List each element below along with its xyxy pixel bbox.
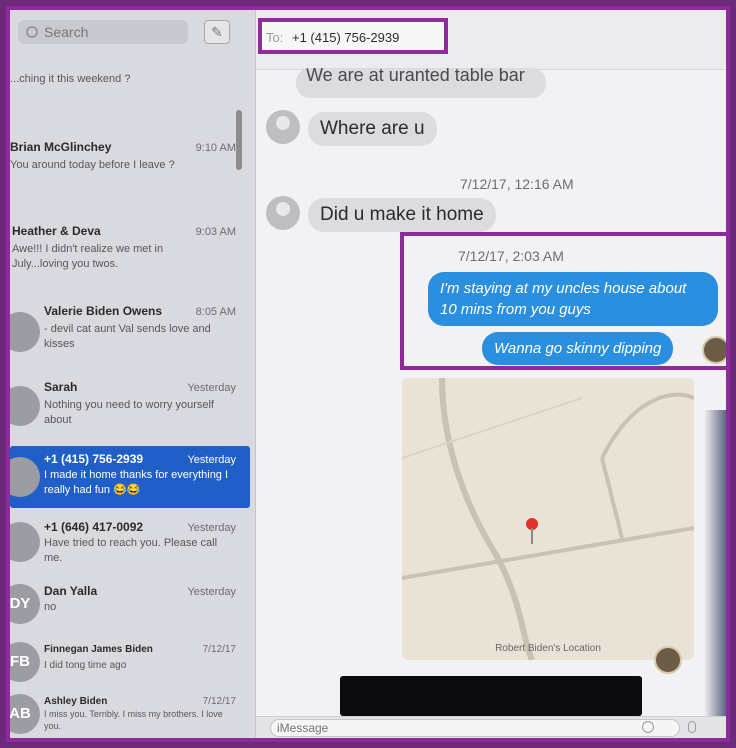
conversation-time: 9:03 AM — [195, 226, 236, 238]
conversation-name: +1 (415) 756-2939 — [44, 452, 144, 466]
conversation-snippet: I miss you. Terribly. I miss my brothers… — [44, 709, 223, 731]
conversation-item-selected[interactable]: +1 (415) 756-2939 Yesterday I made it ho… — [10, 446, 250, 508]
compose-button[interactable]: ✎ — [204, 20, 230, 44]
conversation-name: Valerie Biden Owens — [44, 304, 163, 318]
map-caption: Robert Biden's Location — [495, 643, 601, 654]
microphone-icon[interactable] — [688, 721, 696, 733]
conversation-name: Ashley Biden — [44, 696, 108, 707]
conversation-snippet: Awe!!! I didn't realize we met in July..… — [12, 243, 164, 270]
message-bubble-incoming: Where are u — [308, 112, 437, 146]
conversation-item[interactable]: FB Finnegan James Biden 7/12/17 I did to… — [10, 636, 250, 688]
search-input[interactable] — [18, 20, 188, 44]
contact-avatar — [266, 196, 300, 230]
avatar — [10, 457, 40, 497]
avatar — [10, 386, 40, 426]
recipient-field[interactable]: To: +1 (415) 756-2939 — [258, 18, 448, 54]
location-pin-stem — [531, 528, 533, 544]
conversation-item[interactable]: Heather & Deva 9:03 AM Awe!!! I didn't r… — [10, 220, 250, 290]
conversation-item[interactable]: +1 (646) 417-0092 Yesterday Have tried t… — [10, 514, 250, 572]
conversation-snippet: I made it home thanks for everything I r… — [44, 469, 229, 496]
avatar — [10, 312, 40, 352]
conversation-name: Heather & Deva — [12, 224, 101, 238]
location-map[interactable]: Robert Biden's Location — [402, 378, 694, 660]
message-bubble-outgoing: Wanna go skinny dipping — [482, 332, 674, 365]
conversation-time: Yesterday — [187, 586, 236, 598]
conversation-snippet: no — [44, 601, 57, 613]
sender-avatar — [654, 646, 682, 674]
message-bubble-incoming: Did u make it home — [308, 198, 496, 232]
conversation-item[interactable]: Brian McGlinchey 9:10 AM You around toda… — [10, 136, 250, 192]
conversation-name: +1 (646) 417-0092 — [44, 520, 144, 534]
contact-avatar — [266, 110, 300, 144]
conversation-snippet: Nothing you need to worry yourself about — [44, 399, 214, 426]
conversation-snippet: I did tong time ago — [44, 660, 127, 671]
message-input-bar — [256, 716, 726, 738]
conversation-name: Sarah — [44, 380, 78, 394]
conversation-item[interactable]: DY Dan Yalla Yesterday no — [10, 578, 250, 632]
search-icon — [26, 26, 38, 38]
map-roads — [402, 378, 694, 660]
conversation-time: 8:05 AM — [195, 306, 236, 318]
conversation-sidebar: ✎ ...ching it this weekend ? Brian McGli… — [10, 10, 256, 738]
conversation-item[interactable]: ...ching it this weekend ? — [10, 50, 250, 102]
recipient-number: +1 (415) 756-2939 — [292, 30, 400, 45]
message-timestamp: 7/12/17, 12:16 AM — [460, 176, 574, 192]
emoji-icon[interactable] — [642, 721, 654, 733]
conversation-time: Yesterday — [187, 454, 236, 466]
chat-pane: To: +1 (415) 756-2939 We are at uranted … — [256, 10, 726, 738]
conversation-snippet: - devil cat aunt Val sends love and kiss… — [44, 323, 211, 350]
conversation-item[interactable]: AB Ashley Biden 7/12/17 I miss you. Terr… — [10, 686, 250, 738]
conversation-snippet: Have tried to reach you. Please call me. — [44, 537, 218, 564]
avatar: FB — [10, 642, 40, 682]
conversation-time: Yesterday — [187, 522, 236, 534]
conversation-name: Dan Yalla — [44, 584, 98, 598]
sender-avatar — [702, 336, 726, 364]
conversation-name: Finnegan James Biden — [44, 644, 153, 655]
conversation-time: 9:10 AM — [195, 142, 236, 154]
message-bubble-outgoing: I'm staying at my uncles house about 10 … — [428, 272, 718, 326]
background-edge — [704, 410, 726, 738]
recipient-header: To: +1 (415) 756-2939 — [256, 10, 726, 70]
message-bubble-incoming: We are at uranted table bar — [296, 68, 546, 98]
conversation-item[interactable]: Sarah Yesterday Nothing you need to worr… — [10, 376, 250, 438]
to-label: To: — [266, 30, 284, 45]
conversation-snippet: ...ching it this weekend ? — [10, 73, 131, 85]
avatar: AB — [10, 694, 40, 734]
avatar — [10, 522, 40, 562]
conversation-time: 7/12/17 — [202, 644, 236, 655]
conversation-time: Yesterday — [187, 382, 236, 394]
conversation-time: 7/12/17 — [202, 696, 236, 707]
screenshot-frame: ✎ ...ching it this weekend ? Brian McGli… — [6, 6, 730, 742]
search-row: ✎ — [18, 18, 248, 48]
redaction-block — [340, 676, 642, 716]
avatar: DY — [10, 584, 40, 624]
message-timestamp: 7/12/17, 2:03 AM — [458, 248, 564, 264]
conversation-name: Brian McGlinchey — [10, 140, 112, 154]
message-input[interactable] — [270, 719, 680, 737]
conversation-item[interactable]: Valerie Biden Owens 8:05 AM - devil cat … — [10, 300, 250, 366]
conversation-snippet: You around today before I leave ? — [10, 159, 175, 171]
